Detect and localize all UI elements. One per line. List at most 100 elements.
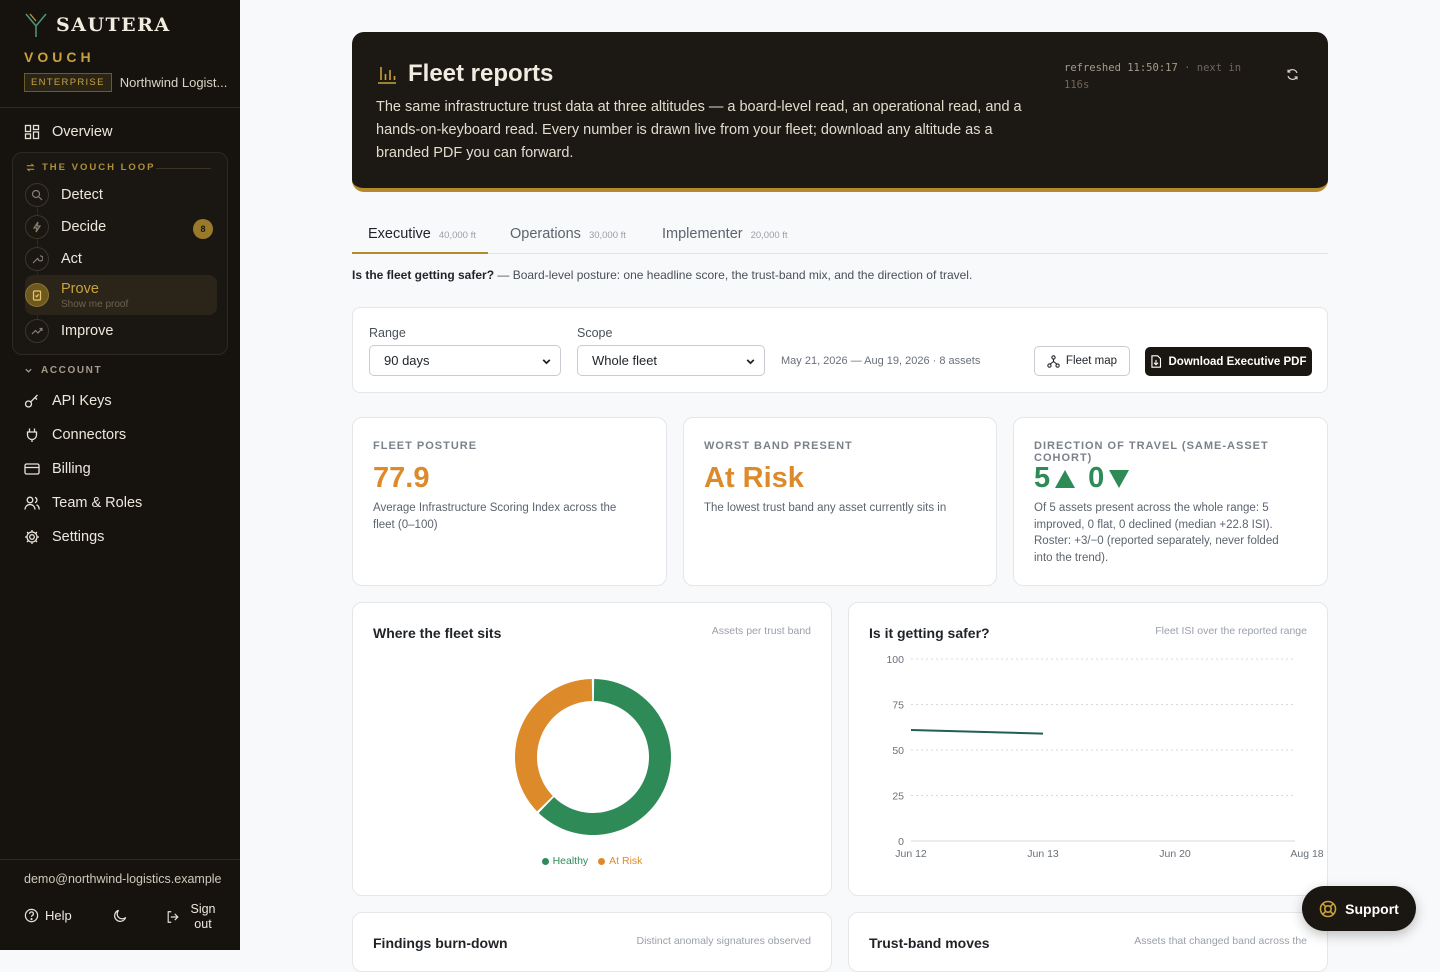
tab-executive[interactable]: Executive 40,000 ft	[368, 226, 476, 242]
refreshed-time: refreshed 11:50:17	[1064, 62, 1178, 74]
x-tick-label: Jun 13	[1027, 848, 1059, 860]
help-label: Help	[45, 908, 72, 923]
loop-item-prove[interactable]: Prove Show me proof	[25, 275, 217, 315]
y-tick-label: 75	[892, 700, 904, 712]
download-pdf-button[interactable]: Download Executive PDF	[1145, 347, 1312, 376]
support-button[interactable]: Support	[1302, 886, 1416, 931]
nav-label: Connectors	[52, 427, 127, 443]
scope-label: Scope	[577, 326, 613, 340]
line-chart: 0 25 50 75 100 Jun 12 Jun 13 Jun 20 Aug 18	[886, 654, 1323, 860]
bar-chart-icon	[378, 67, 396, 84]
intro-text: — Board-level posture: one headline scor…	[494, 268, 973, 282]
safety-trend-card: Is it getting safer? Fleet ISI over the …	[848, 602, 1328, 896]
fleet-map-button[interactable]: Fleet map	[1034, 346, 1130, 376]
y-tick-label: 0	[898, 836, 904, 848]
loop-item-label: Decide	[61, 219, 107, 235]
theme-toggle[interactable]	[113, 908, 128, 928]
hero-description: The same infrastructure trust data at th…	[376, 99, 1022, 161]
chart-subtitle: Distinct anomaly signatures observed	[636, 935, 811, 947]
report-tabs: Executive 40,000 ft Operations 30,000 ft…	[352, 212, 1328, 254]
nav-api-keys[interactable]: API Keys	[24, 393, 112, 409]
band-moves-card: Trust-band moves Assets that changed ban…	[848, 912, 1328, 972]
tier-badge: ENTERPRISE	[24, 73, 112, 92]
chart-subtitle: Assets per trust band	[711, 625, 811, 637]
tab-altitude: 30,000 ft	[588, 230, 626, 241]
y-tick-label: 25	[892, 791, 904, 803]
page-title-text: Fleet reports	[408, 60, 554, 87]
nav-connectors[interactable]: Connectors	[24, 427, 126, 443]
help-circle-icon	[24, 908, 39, 923]
help-button[interactable]: Help	[24, 908, 72, 923]
kpi-label: WORST BAND PRESENT	[704, 440, 853, 452]
tab-label: Operations	[510, 226, 581, 242]
loop-item-detect[interactable]: Detect	[25, 183, 217, 207]
series-line	[910, 728, 1044, 735]
loop-item-sub: Show me proof	[61, 298, 129, 310]
section-intro: Is the fleet getting safer? — Board-leve…	[352, 268, 972, 282]
range-value: 90 days	[384, 353, 430, 368]
tab-implementer[interactable]: Implementer 20,000 ft	[662, 226, 788, 242]
nav-label: Billing	[52, 461, 91, 477]
nav-label: API Keys	[52, 393, 112, 409]
chevron-down-icon	[746, 359, 755, 365]
lightning-icon	[25, 215, 49, 239]
tab-altitude: 40,000 ft	[438, 230, 476, 241]
nav-billing[interactable]: Billing	[24, 461, 91, 477]
chart-legend: Healthy At Risk	[353, 855, 831, 867]
kpi-description: Of 5 assets present across the whole ran…	[1034, 502, 1279, 564]
kpi-direction: DIRECTION OF TRAVEL (SAME-ASSET COHORT) …	[1013, 417, 1328, 586]
divider	[0, 107, 240, 108]
moon-icon	[114, 909, 127, 922]
kpi-value: 77.9	[373, 462, 430, 494]
range-select[interactable]: 90 days	[369, 345, 561, 376]
x-tick-label: Aug 18	[1290, 848, 1323, 860]
kpi-value: At Risk	[704, 462, 804, 494]
legend-item-at-risk: At Risk	[598, 855, 642, 867]
loop-item-improve[interactable]: Improve	[25, 319, 217, 343]
user-email: demo@northwind-logistics.example	[24, 872, 222, 886]
fleet-map-label: Fleet map	[1065, 355, 1118, 367]
loop-icon	[26, 163, 35, 172]
sign-out-button[interactable]: Sign out	[166, 902, 218, 932]
chart-subtitle: Assets that changed band across the	[1134, 935, 1307, 947]
refresh-button[interactable]	[1286, 68, 1299, 86]
loop-rule	[156, 168, 211, 169]
search-icon	[25, 183, 49, 207]
nav-team-roles[interactable]: Team & Roles	[24, 495, 142, 511]
loop-item-act[interactable]: Act	[25, 247, 217, 271]
org-switcher[interactable]: Northwind Logist...	[120, 75, 228, 90]
loop-title: THE VOUCH LOOP	[25, 162, 156, 173]
legend-label: Healthy	[552, 855, 589, 867]
tab-operations[interactable]: Operations 30,000 ft	[510, 226, 626, 242]
y-tick-label: 50	[892, 745, 904, 757]
kpi-description: Average Infrastructure Scoring Index acr…	[373, 502, 617, 531]
x-tick-label: Jun 20	[1159, 848, 1191, 860]
scope-select[interactable]: Whole fleet	[577, 345, 765, 376]
account-section-toggle[interactable]: ACCOUNT	[24, 365, 102, 376]
refresh-icon	[1287, 69, 1298, 80]
nav-settings[interactable]: Settings	[24, 529, 104, 545]
intro-question: Is the fleet getting safer?	[352, 268, 495, 282]
sign-out-label: Sign out	[190, 902, 216, 931]
chart-title: Findings burn-down	[373, 935, 508, 951]
loop-item-decide[interactable]: Decide 8	[25, 215, 217, 239]
date-range: May 21, 2026 — Aug 19, 2026 · 8 assets	[781, 355, 981, 367]
log-out-icon	[167, 911, 179, 923]
wrench-icon	[25, 247, 49, 271]
hero-banner: Fleet reports The same infrastructure tr…	[352, 32, 1328, 192]
burn-down-card: Findings burn-down Distinct anomaly sign…	[352, 912, 832, 972]
triangle-down-icon	[1109, 469, 1130, 488]
kpi-label: DIRECTION OF TRAVEL (SAME-ASSET COHORT)	[1034, 440, 1269, 464]
tab-label: Executive	[368, 226, 431, 242]
nav-label: Settings	[52, 529, 105, 545]
nav-overview[interactable]: Overview	[24, 124, 112, 140]
loop-item-label: Improve	[61, 323, 114, 339]
plug-icon	[26, 428, 38, 442]
improved-count: 5	[1034, 462, 1051, 494]
divider	[0, 859, 240, 860]
declined-count: 0	[1088, 462, 1105, 494]
sidebar: SAUTERA VOUCH ENTERPRISE Northwind Logis…	[0, 0, 240, 950]
count-badge: 8	[193, 219, 213, 239]
brand-name: SAUTERA	[56, 14, 171, 36]
donut-chart	[515, 679, 671, 835]
